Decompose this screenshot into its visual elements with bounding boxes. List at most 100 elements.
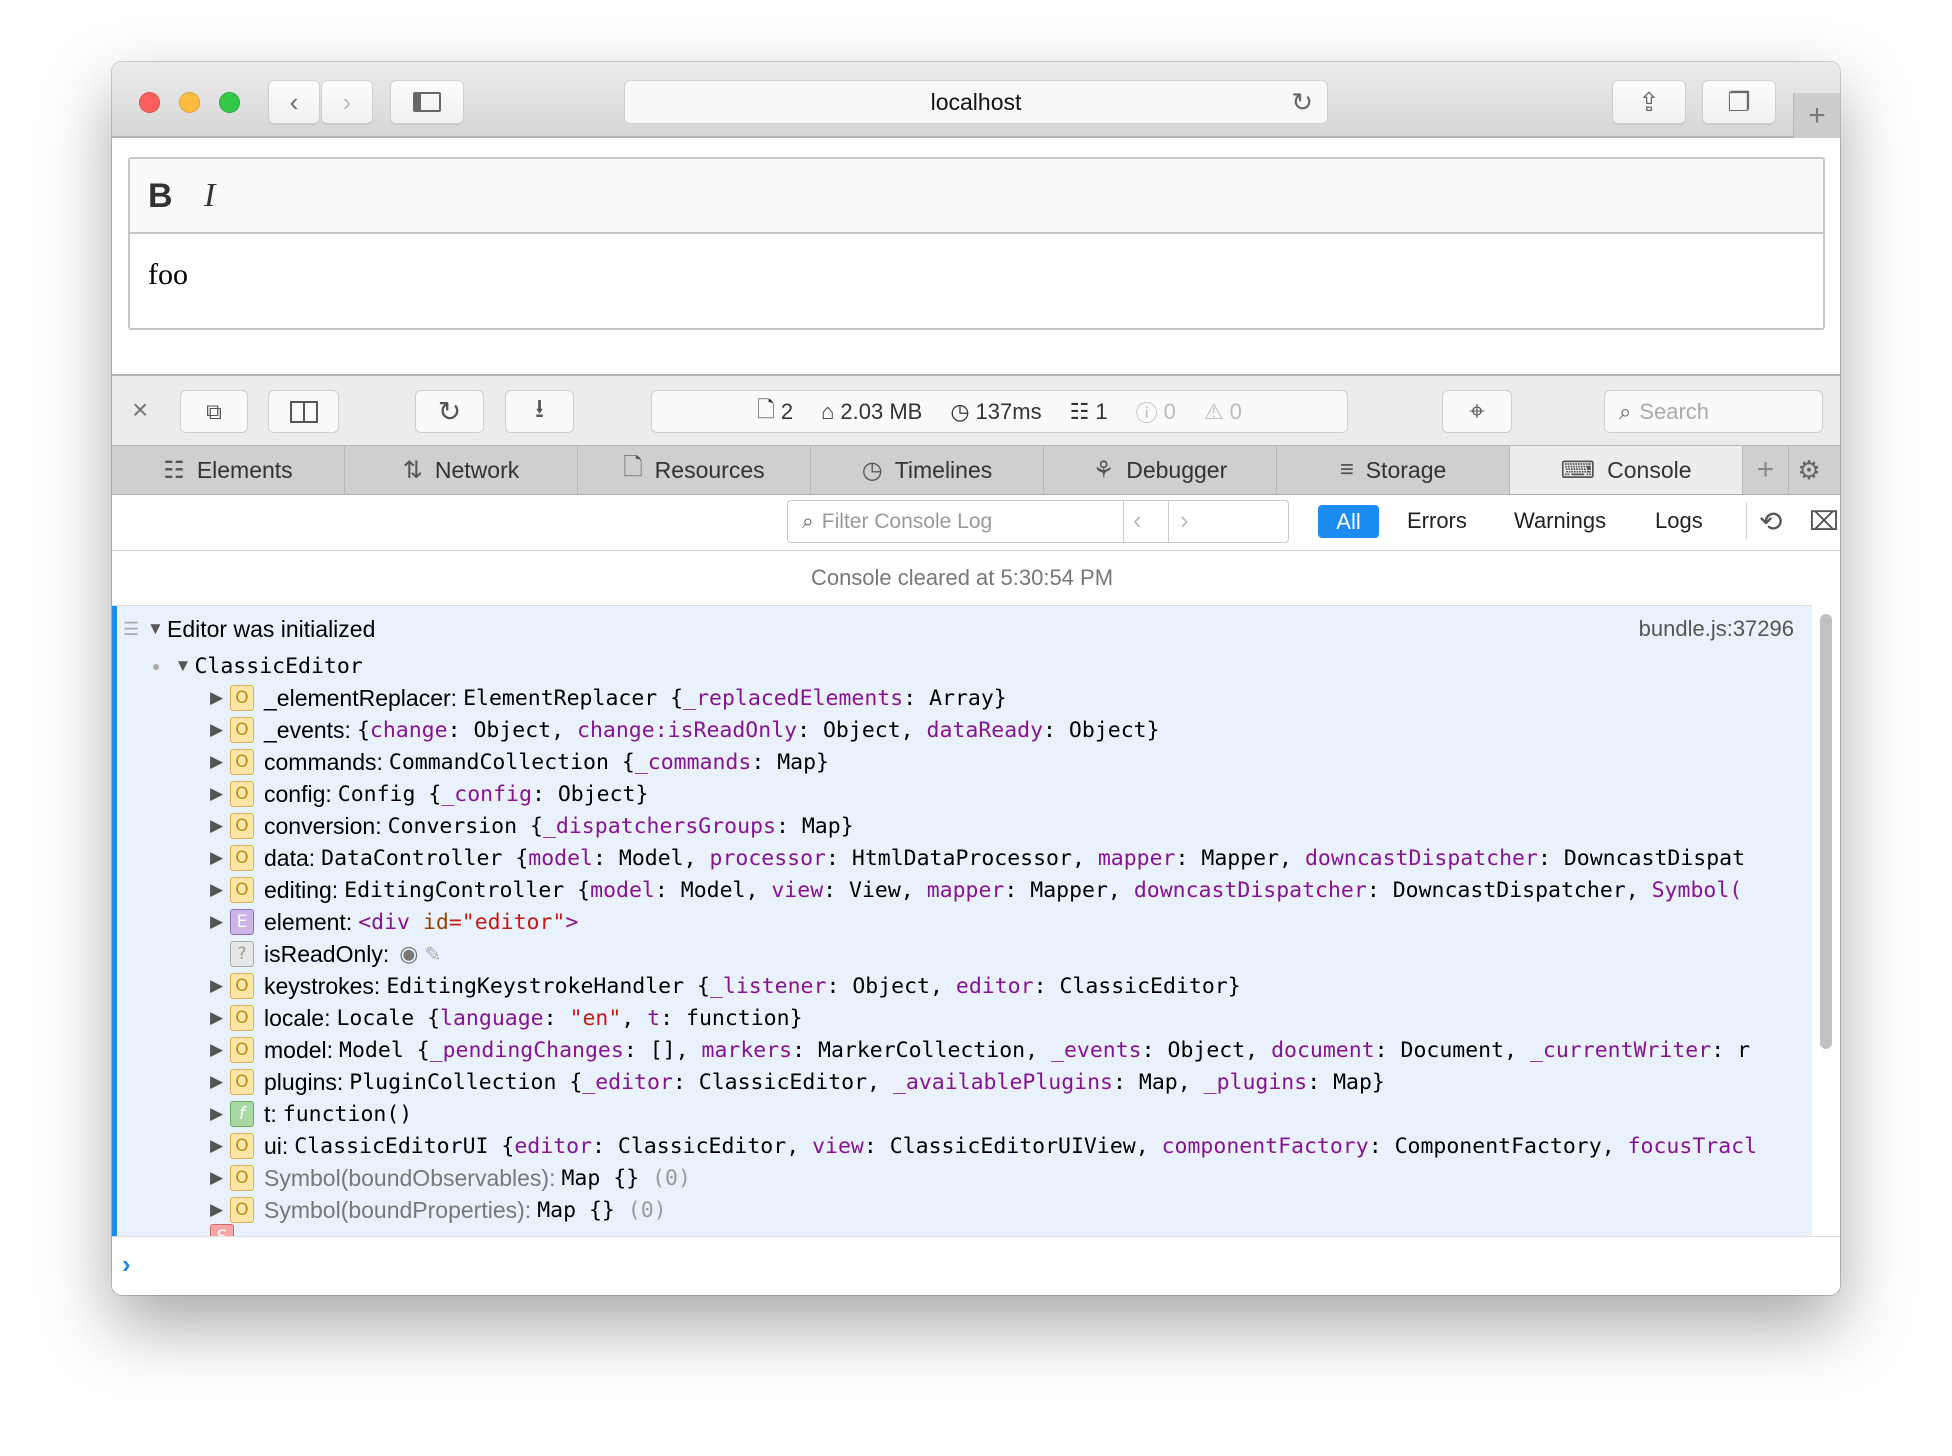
disclosure-triangle-collapsed-icon[interactable]: ▶ — [210, 880, 230, 900]
property-name: Symbol(boundProperties): — [264, 1196, 532, 1223]
console-scrollbar[interactable] — [1820, 614, 1832, 1049]
tab-elements[interactable]: ☷ Elements — [112, 446, 345, 494]
source-link[interactable]: bundle.js:37296 — [1639, 616, 1794, 642]
property-row[interactable]: ▶ Oplugins: PluginCollection {_editor: Cla… — [210, 1066, 1385, 1098]
editable-area[interactable]: foo — [130, 236, 1823, 330]
close-window-button[interactable] — [139, 92, 160, 113]
property-row[interactable]: ▶ f t: function() — [210, 1098, 412, 1130]
disclosure-triangle-collapsed-icon[interactable]: ▶ — [210, 784, 230, 804]
property-row[interactable]: ▶ O Symbol(boundObservables): Map {} (0) — [210, 1162, 691, 1194]
warning-icon: ⚠ — [1203, 398, 1224, 424]
disclosure-triangle-expanded-icon[interactable]: ▼ — [147, 619, 167, 639]
property-value-token: _replacedElements — [683, 685, 904, 711]
property-row[interactable]: ▶ Olocale: Locale {language: "en", t: func… — [210, 1002, 803, 1034]
property-row[interactable]: ▶ Eelement: <div id ="editor" > — [210, 906, 578, 938]
pencil-icon[interactable]: ✎ — [424, 942, 441, 967]
disclosure-triangle-expanded-icon[interactable]: ▼ — [174, 656, 194, 676]
disclosure-triangle-collapsed-icon[interactable]: ▶ — [210, 1136, 230, 1156]
property-row[interactable]: ▶ Oediting: EditingController {model: Mode… — [210, 874, 1742, 906]
property-name: data: — [264, 844, 316, 871]
property-row[interactable]: ▶ Okeystrokes: EditingKeystrokeHandler {_l… — [210, 970, 1241, 1002]
property-row[interactable]: ▶ O Symbol(boundProperties): Map {} (0) — [210, 1194, 667, 1226]
dock-side-icon — [289, 400, 318, 423]
disclosure-triangle-collapsed-icon[interactable]: ▶ — [210, 1168, 230, 1188]
weight-icon: ⌂ — [821, 398, 835, 424]
eye-icon[interactable]: ◉ — [399, 941, 418, 967]
property-value-token: view — [812, 1133, 864, 1159]
disclosure-triangle-collapsed-icon[interactable]: ▶ — [210, 1008, 230, 1028]
tab-console[interactable]: ⌨ Console — [1510, 446, 1743, 494]
filter-logs-button[interactable]: Logs — [1655, 503, 1703, 539]
object-icon: O — [230, 1197, 254, 1223]
inspect-element-button[interactable]: ⌖ — [1442, 390, 1512, 433]
forward-button[interactable]: › — [321, 80, 373, 124]
property-row[interactable]: ▶ Omodel: Model {_pendingChanges: [], mark… — [210, 1034, 1750, 1066]
tab-resources[interactable]: 🗋 Resources — [578, 446, 811, 494]
show-tabs-button[interactable]: ❐ — [1702, 80, 1776, 124]
disclosure-triangle-collapsed-icon[interactable]: ▶ — [210, 912, 230, 932]
maximize-window-button[interactable] — [219, 92, 240, 113]
sidebar-toggle-button[interactable] — [390, 80, 464, 124]
disclosure-triangle-collapsed-icon[interactable]: ▶ — [210, 1104, 230, 1124]
add-tab-button[interactable]: + — [1743, 446, 1789, 494]
disclosure-triangle-collapsed-icon[interactable]: ▶ — [210, 816, 230, 836]
next-match-button[interactable]: › — [1180, 505, 1189, 536]
disclosure-triangle-collapsed-icon[interactable]: ▶ — [210, 720, 230, 740]
property-row[interactable]: ▶ Oui: ClassicEditorUI {editor: ClassicEdi… — [210, 1130, 1757, 1162]
clear-log-on-reload-button[interactable]: ⟲ — [1759, 503, 1782, 539]
devtools-search-input[interactable]: ⌕ Search — [1604, 390, 1823, 433]
disclosure-triangle-collapsed-icon[interactable]: ▶ — [210, 1072, 230, 1092]
address-bar[interactable]: localhost ↻ — [624, 80, 1328, 124]
reload-page-button[interactable]: ↻ — [415, 390, 484, 433]
bullet-icon: ● — [152, 658, 161, 674]
property-row[interactable]: ▶ Oconversion: Conversion {_dispatchersGro… — [210, 810, 854, 842]
dock-side-button[interactable] — [268, 390, 339, 433]
reload-icon[interactable]: ↻ — [1291, 87, 1313, 118]
tab-network[interactable]: ⇅ Network — [345, 446, 578, 494]
property-value-token: _commands — [634, 749, 752, 775]
tab-timelines[interactable]: ◷ Timelines — [811, 446, 1044, 494]
log-message-header[interactable]: ☰ ▼ Editor was initialized bundle.js:372… — [117, 613, 1812, 645]
disclosure-triangle-collapsed-icon[interactable]: ▶ — [210, 976, 230, 996]
disclosure-triangle-collapsed-icon[interactable]: ▶ — [210, 688, 230, 708]
disclosure-triangle-collapsed-icon[interactable]: ▶ — [210, 752, 230, 772]
dashboard[interactable]: 🗋 2 ⌂ 2.03 MB ◷ 137ms ☷ 1 ⓘ 0 ⚠ 0 — [651, 390, 1348, 433]
share-icon: ⇪ — [1638, 86, 1660, 117]
disclosure-triangle-collapsed-icon[interactable]: ▶ — [210, 1200, 230, 1220]
download-button[interactable]: ⭳ — [505, 390, 574, 433]
previous-match-button[interactable]: ‹ — [1133, 505, 1142, 536]
property-name: _elementReplacer: — [264, 684, 458, 711]
disclosure-triangle-collapsed-icon[interactable]: ▶ — [210, 1040, 230, 1060]
disclosure-triangle-collapsed-icon[interactable]: ▶ — [210, 848, 230, 868]
crosshair-icon: ⌖ — [1469, 395, 1485, 426]
tab-debugger[interactable]: ⚘ Debugger — [1044, 446, 1277, 494]
property-row[interactable]: ▶ O _events:{change: Object, change:isRead… — [210, 714, 1160, 746]
property-row[interactable]: ▶ Odata: DataController {model: Model, pro… — [210, 842, 1745, 874]
console-prompt[interactable]: › — [112, 1236, 1840, 1295]
object-class-name: ClassicEditor — [194, 653, 363, 679]
property-row[interactable]: ? isReadOnly: ◉ ✎ — [210, 938, 441, 970]
clear-console-button[interactable]: ⌧ — [1809, 503, 1839, 539]
property-row[interactable]: ▶ Oconfig: Config {_config: Object} — [210, 778, 648, 810]
tab-storage[interactable]: ≡ Storage — [1277, 446, 1510, 494]
close-devtools-button[interactable]: × — [132, 394, 148, 426]
undock-button[interactable]: ⧉ — [180, 390, 248, 433]
back-button[interactable]: ‹ — [268, 80, 320, 124]
minimize-window-button[interactable] — [179, 92, 200, 113]
filter-errors-button[interactable]: Errors — [1407, 503, 1467, 539]
settings-gear-icon[interactable]: ⚙ — [1789, 446, 1829, 494]
bold-button[interactable]: B — [148, 177, 173, 216]
filter-all-button[interactable]: All — [1318, 505, 1379, 538]
property-row[interactable]: ▶ Ocommands: CommandCollection {_commands:… — [210, 746, 829, 778]
share-button[interactable]: ⇪ — [1612, 80, 1686, 124]
filter-console-input[interactable]: ⌕ Filter Console Log ‹ › — [787, 500, 1289, 543]
new-tab-button[interactable]: + — [1793, 93, 1840, 138]
filter-warnings-button[interactable]: Warnings — [1514, 503, 1606, 539]
object-header[interactable]: ● ▼ ClassicEditor — [152, 650, 363, 682]
editor-toolbar: B I — [130, 159, 1823, 234]
tab-label: Elements — [196, 456, 293, 483]
tab-label: Console — [1607, 456, 1692, 483]
resource-size-value: 2.03 MB — [840, 398, 923, 424]
italic-button[interactable]: I — [204, 177, 215, 215]
property-row[interactable]: ▶ O _elementReplacer: ElementReplacer {_rep… — [210, 682, 1007, 714]
